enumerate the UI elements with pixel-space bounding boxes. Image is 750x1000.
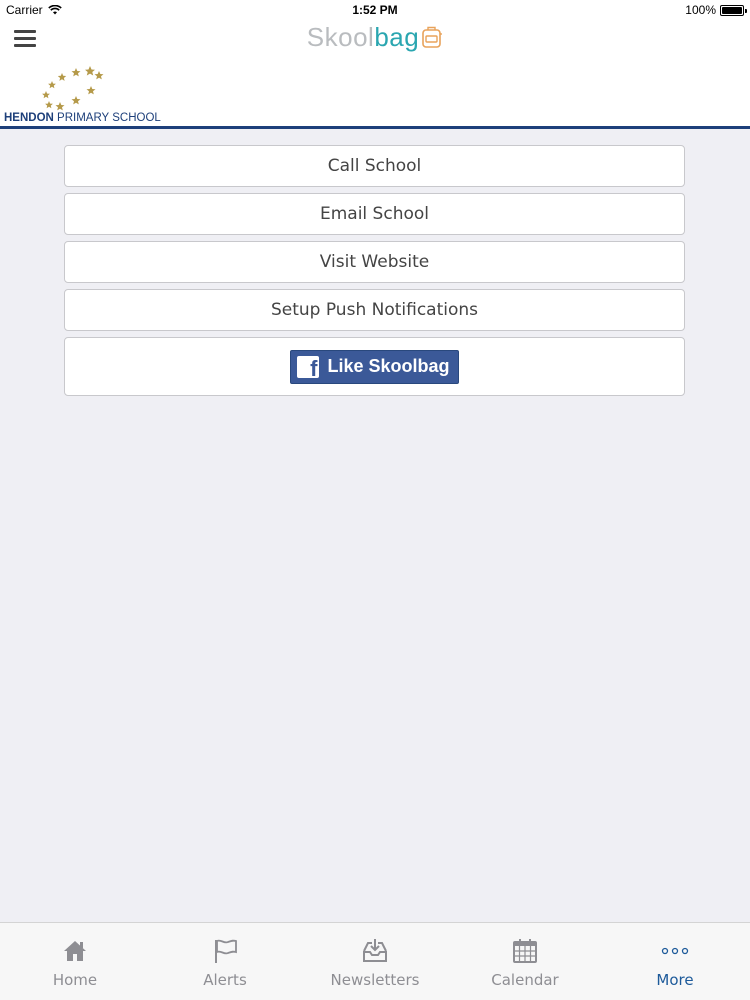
facebook-like-row: f Like Skoolbag (64, 337, 685, 396)
facebook-like-label: Like Skoolbag (327, 356, 450, 376)
tab-bar: Home Alerts Newsletters Calendar More (0, 922, 750, 1000)
tab-newsletters[interactable]: Newsletters (300, 923, 450, 1000)
home-icon (62, 937, 88, 965)
action-list: Call School Email School Visit Website S… (64, 145, 685, 396)
tab-calendar[interactable]: Calendar (450, 923, 600, 1000)
app-brand-logo: Skoolbag (0, 22, 750, 53)
call-school-button[interactable]: Call School (64, 145, 685, 187)
email-school-button[interactable]: Email School (64, 193, 685, 235)
school-banner: HENDON PRIMARY SCHOOL (0, 60, 750, 129)
more-dots-icon (661, 937, 689, 965)
status-bar: Carrier 1:52 PM 100% (0, 0, 750, 20)
calendar-icon (512, 937, 538, 965)
battery-indicator: 100% (685, 3, 747, 17)
tab-alerts[interactable]: Alerts (150, 923, 300, 1000)
schoolbag-icon (422, 26, 443, 48)
visit-website-button[interactable]: Visit Website (64, 241, 685, 283)
battery-percent: 100% (685, 3, 716, 17)
tab-home-label: Home (52, 971, 98, 989)
tab-alerts-label: Alerts (203, 971, 247, 989)
brand-text-bag: bag (374, 22, 420, 52)
facebook-like-button[interactable]: f Like Skoolbag (290, 349, 459, 384)
tab-newsletters-label: Newsletters (330, 971, 420, 989)
tab-more-label: More (656, 971, 694, 989)
flag-icon (212, 937, 238, 965)
brand-text-skool: Skool (306, 22, 375, 52)
school-name-bold: HENDON (4, 112, 54, 124)
tab-calendar-label: Calendar (491, 971, 559, 989)
battery-icon (720, 4, 747, 16)
tab-more[interactable]: More (600, 923, 750, 1000)
nav-bar: Skoolbag (0, 20, 750, 60)
setup-push-notifications-button[interactable]: Setup Push Notifications (64, 289, 685, 331)
school-name-rest: PRIMARY SCHOOL (53, 112, 161, 124)
inbox-download-icon (361, 937, 389, 965)
status-time: 1:52 PM (352, 3, 398, 17)
school-name: HENDON PRIMARY SCHOOL (4, 112, 161, 124)
facebook-icon: f (297, 355, 320, 378)
tab-home[interactable]: Home (0, 923, 150, 1000)
